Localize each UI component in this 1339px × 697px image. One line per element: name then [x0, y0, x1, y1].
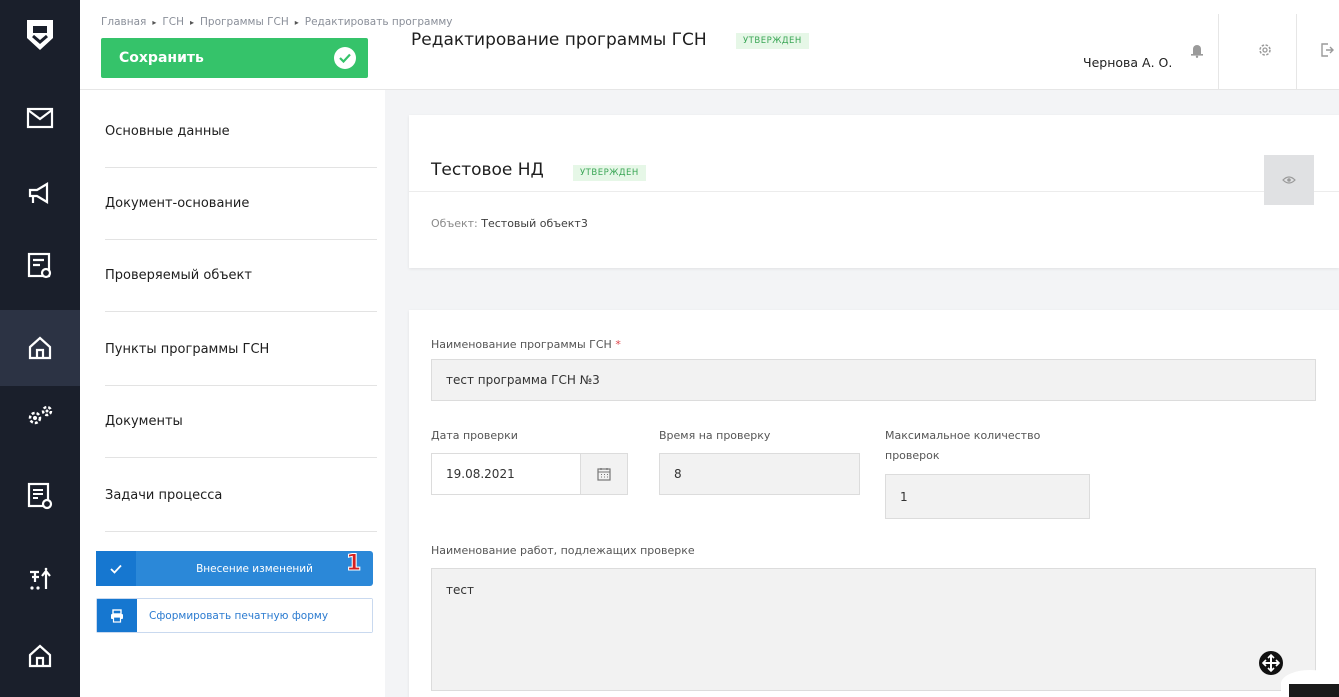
breadcrumb-programs[interactable]: Программы ГСН [200, 16, 289, 28]
app-logo[interactable] [0, 0, 80, 70]
max-checks-field[interactable]: 1 [885, 474, 1090, 519]
section-nav: Основные данные Документ-основание Прове… [80, 90, 385, 697]
rail-mail[interactable] [0, 80, 80, 156]
object-value: Тестовый объект3 [481, 217, 588, 230]
breadcrumb-separator: ▸ [294, 18, 299, 27]
user-name[interactable]: Чернова А. О. [1083, 55, 1172, 70]
annotation-number: 1 [345, 551, 362, 577]
check-icon [334, 47, 356, 69]
mail-icon [26, 107, 54, 129]
check-date-field[interactable]: 19.08.2021 [431, 453, 581, 495]
nd-title: Тестовое НД [431, 160, 544, 180]
notifications-button[interactable] [1190, 42, 1204, 58]
sort-icon [30, 567, 51, 590]
gear-icon [1259, 44, 1271, 56]
report-icon [27, 482, 53, 510]
header-divider [1218, 14, 1219, 90]
logout-icon [1321, 43, 1334, 57]
settings-button[interactable] [1257, 42, 1273, 58]
program-name-label-text: Наименование программы ГСН [431, 338, 612, 351]
subnav-item-label: Проверяемый объект [105, 268, 252, 283]
check-time-label: Время на проверку [659, 429, 771, 442]
object-label: Объект: [431, 217, 478, 230]
corner-logo-bar [1289, 684, 1339, 697]
print-form-button[interactable]: Сформировать печатную форму [96, 598, 373, 633]
logout-button[interactable] [1320, 42, 1334, 58]
program-name-label: Наименование программы ГСН * [431, 338, 621, 351]
make-changes-label: Внесение изменений [136, 551, 373, 586]
check-time-field[interactable]: 8 [659, 453, 860, 495]
works-textarea[interactable]: тест [431, 568, 1316, 691]
rail-checklist[interactable] [0, 230, 80, 302]
move-icon[interactable] [1258, 650, 1284, 680]
save-button-label: Сохранить [119, 50, 204, 66]
gears-icon [28, 405, 53, 425]
breadcrumb-current: Редактировать программу [304, 16, 453, 28]
calendar-icon [597, 468, 611, 481]
home-icon [28, 644, 52, 668]
breadcrumb-separator: ▸ [190, 18, 195, 27]
rail-home-active[interactable] [0, 310, 80, 386]
rail-home-bottom[interactable] [0, 620, 80, 692]
megaphone-icon [28, 182, 49, 204]
header-divider [1296, 14, 1297, 90]
print-form-label: Сформировать печатную форму [137, 599, 372, 632]
bell-icon [1191, 45, 1203, 58]
subnav-item-main-data[interactable]: Основные данные [105, 96, 377, 168]
breadcrumb-home[interactable]: Главная [101, 16, 146, 28]
subnav-item-program-points[interactable]: Пункты программы ГСН [105, 314, 377, 386]
subnav-item-base-document[interactable]: Документ-основание [105, 168, 377, 240]
make-changes-button[interactable]: Внесение изменений [96, 551, 373, 586]
top-bar: Главная ▸ ГСН ▸ Программы ГСН ▸ Редактировать … [80, 0, 1339, 90]
program-form: Наименование программы ГСН * тест програ… [409, 310, 1339, 697]
page-title: Редактирование программы ГСН [411, 30, 707, 50]
works-label: Наименование работ, подлежащих проверке [431, 544, 695, 557]
subnav-item-label: Основные данные [105, 124, 230, 139]
breadcrumb: Главная ▸ ГСН ▸ Программы ГСН ▸ Редактировать … [101, 16, 453, 28]
view-button[interactable] [1264, 155, 1314, 205]
check-date-label: Дата проверки [431, 429, 518, 442]
subnav-item-inspected-object[interactable]: Проверяемый объект [105, 240, 377, 312]
subnav-item-label: Документ-основание [105, 196, 250, 211]
home-icon [28, 336, 52, 360]
rail-settings[interactable] [0, 380, 80, 452]
max-checks-label-line2: проверок [885, 449, 940, 462]
rail-reports[interactable] [0, 460, 80, 532]
object-line: Объект: Тестовый объект3 [431, 217, 588, 230]
subnav-item-process-tasks[interactable]: Задачи процесса [105, 460, 377, 532]
checklist-icon [27, 252, 52, 279]
breadcrumb-gsn[interactable]: ГСН [162, 16, 184, 28]
side-rail [0, 0, 80, 697]
subnav-item-documents[interactable]: Документы [105, 386, 377, 458]
program-name-field[interactable]: тест программа ГСН №3 [431, 359, 1316, 401]
nd-card: Тестовое НД утвержден Объект: Тестовый о… [409, 115, 1339, 268]
check-icon [96, 551, 136, 586]
subnav-item-label: Пункты программы ГСН [105, 342, 270, 357]
subnav-item-label: Документы [105, 414, 183, 429]
subnav-item-label: Задачи процесса [105, 488, 223, 503]
printer-icon [97, 599, 137, 632]
save-button[interactable]: Сохранить [101, 38, 368, 78]
shield-logo-icon [27, 20, 53, 50]
breadcrumb-separator: ▸ [152, 18, 157, 27]
required-mark: * [615, 338, 621, 351]
nd-status-badge: утвержден [573, 165, 646, 181]
rail-sort[interactable] [0, 543, 80, 615]
rail-announcements[interactable] [0, 157, 80, 229]
corner-logo [1281, 670, 1339, 697]
calendar-button[interactable] [580, 453, 628, 495]
status-badge: утвержден [736, 33, 809, 49]
max-checks-label-line1: Максимальное количество [885, 429, 1041, 442]
nd-card-header: Тестовое НД утвержден [409, 115, 1339, 205]
eye-icon [1282, 176, 1296, 184]
